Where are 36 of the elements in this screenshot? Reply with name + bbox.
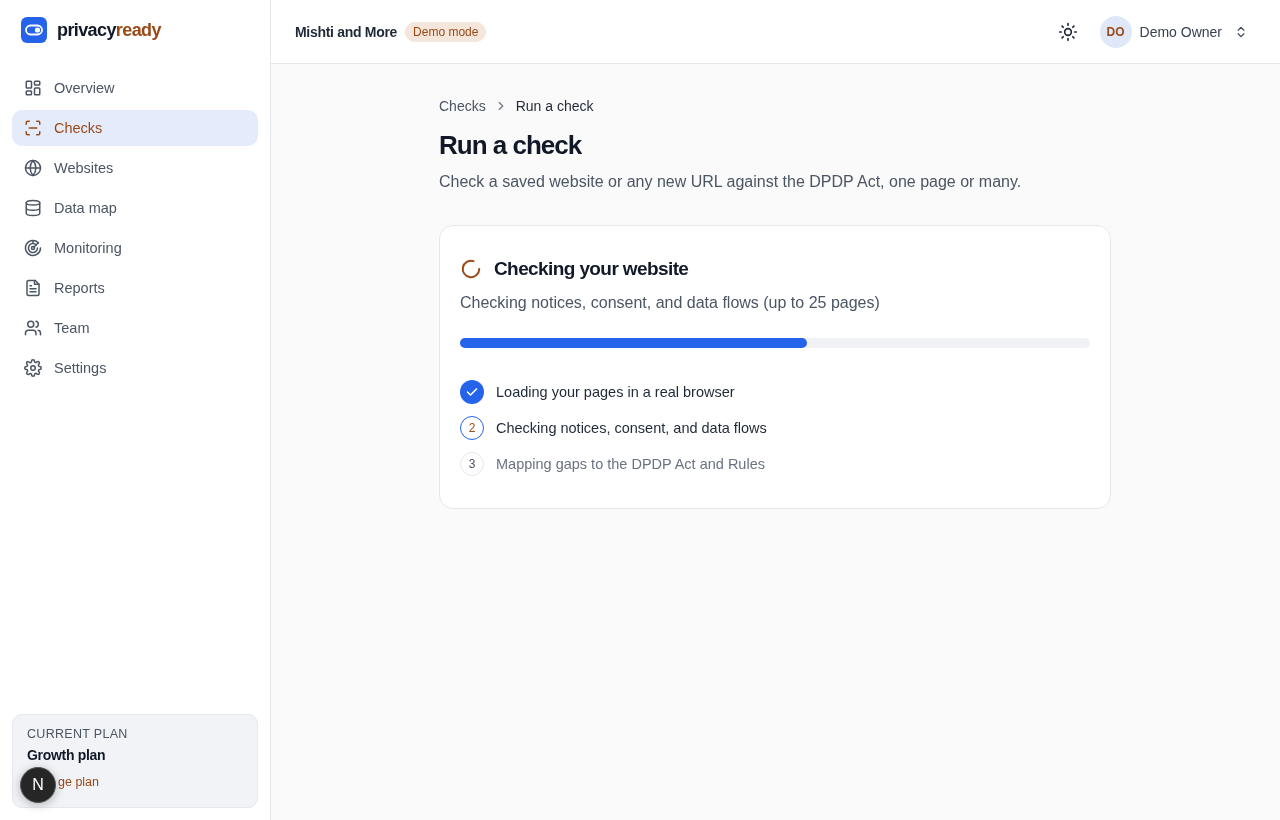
- step-label: Checking notices, consent, and data flows: [496, 420, 767, 436]
- breadcrumb-item[interactable]: Checks: [439, 98, 486, 114]
- breadcrumb-item: Run a check: [515, 98, 594, 114]
- scan-icon: [24, 119, 42, 137]
- database-icon: [24, 199, 42, 217]
- globe-icon: [24, 159, 42, 177]
- demo-mode-badge: Demo mode: [405, 21, 487, 42]
- file-icon: [24, 279, 42, 297]
- toggle-logo-icon: [21, 17, 47, 43]
- theme-toggle-sun-icon[interactable]: [1057, 21, 1078, 42]
- change-plan-link[interactable]: ge plan: [58, 775, 99, 789]
- sidebar-item[interactable]: Websites: [12, 150, 258, 186]
- step-label: Mapping gaps to the DPDP Act and Rules: [496, 456, 765, 472]
- plan-name: Growth plan: [27, 747, 107, 763]
- sidebar-item[interactable]: Reports: [12, 270, 258, 306]
- user-avatar: DO: [1099, 15, 1132, 48]
- brand-name: privacyready: [57, 19, 161, 41]
- spinner-icon: [460, 258, 482, 280]
- sidebar-item[interactable]: Settings: [12, 350, 258, 386]
- sidebar-item[interactable]: Team: [12, 310, 258, 346]
- sidebar-item[interactable]: Overview: [12, 70, 258, 106]
- grid-icon: [24, 79, 42, 97]
- user-menu[interactable]: DO Demo Owner: [1099, 15, 1248, 48]
- page-subtitle: Check a saved website or any new URL against the DPDP Act, one page or many.: [439, 173, 1023, 191]
- sidebar-item[interactable]: Monitoring: [12, 230, 258, 266]
- step-label: Loading your pages in a real browser: [496, 384, 735, 400]
- card-title: Checking your website: [494, 258, 689, 280]
- sidebar-item[interactable]: Data map: [12, 190, 258, 226]
- card-subtitle: Checking notices, consent, and data flows (up to 25 pages): [460, 294, 881, 312]
- users-icon: [24, 319, 42, 337]
- radar-icon: [24, 239, 42, 257]
- sidebar-item[interactable]: Checks: [12, 110, 258, 146]
- organization-name: Mishti and More: [295, 23, 398, 40]
- gear-icon: [24, 359, 42, 377]
- page-title: Run a check: [439, 130, 583, 161]
- plan-heading: CURRENT PLAN: [27, 727, 129, 741]
